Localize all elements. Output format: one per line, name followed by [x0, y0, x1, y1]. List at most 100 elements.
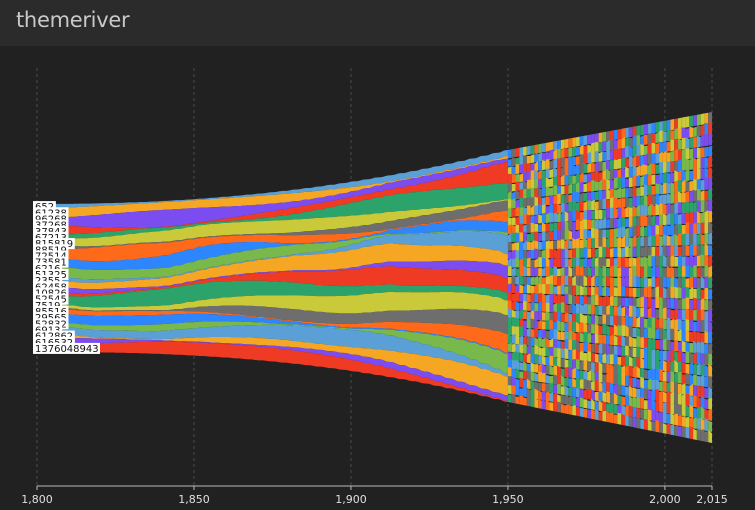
river-stripe — [549, 274, 554, 286]
river-stripe — [647, 153, 652, 165]
river-stripe — [636, 165, 641, 177]
river-stripe — [568, 349, 573, 360]
river-stripe — [666, 246, 671, 257]
river-stripe — [621, 147, 626, 159]
river-stripe — [670, 309, 675, 320]
river-stripe — [575, 406, 580, 417]
river-stripe — [557, 203, 561, 214]
river-stripe — [689, 319, 694, 332]
river-stripe — [659, 327, 663, 340]
river-stripe — [526, 395, 531, 407]
river-stripe — [530, 197, 535, 207]
river-stripe — [553, 175, 558, 187]
river-stripe — [526, 145, 531, 156]
river-stripe — [708, 199, 712, 212]
river-stripe — [591, 142, 595, 154]
river-stripe — [621, 286, 626, 297]
river-stripe — [572, 249, 576, 259]
river-stripe — [704, 157, 709, 169]
river-stripe — [632, 235, 637, 247]
river-stripe — [568, 175, 573, 185]
river-stripe — [651, 122, 656, 134]
river-stripe — [606, 314, 610, 326]
river-stripe — [681, 383, 686, 395]
river-stripe — [534, 292, 539, 303]
river-stripe — [693, 385, 697, 397]
river-stripe — [591, 238, 595, 249]
river-stripe — [519, 335, 524, 345]
river-stripe — [613, 335, 618, 346]
river-stripe — [651, 133, 656, 144]
river-stripe — [632, 347, 637, 358]
river-stripe — [549, 257, 554, 268]
river-stripe — [666, 172, 671, 184]
river-stripe — [511, 208, 516, 217]
river-stripe — [602, 314, 607, 326]
river-stripe — [602, 209, 607, 219]
river-stripe — [621, 235, 626, 248]
river-stripe — [681, 233, 686, 246]
river-stripe — [655, 164, 660, 175]
river-stripe — [674, 308, 678, 320]
river-stripe — [693, 147, 697, 159]
river-stripe — [579, 342, 584, 352]
river-stripe — [602, 381, 607, 393]
river-stripe — [530, 276, 535, 285]
river-stripe — [564, 138, 569, 149]
river-stripe — [651, 368, 656, 381]
river-stripe — [606, 304, 610, 316]
river-stripe — [564, 203, 569, 213]
river-stripe — [677, 349, 682, 363]
river-stripe — [617, 297, 622, 307]
river-stripe — [708, 320, 712, 333]
river-stripe — [579, 369, 584, 380]
river-stripe — [549, 382, 554, 394]
river-stripe — [564, 174, 569, 186]
river-stripe — [662, 141, 667, 153]
river-stripe — [575, 368, 580, 380]
river-stripe — [696, 351, 701, 365]
river-stripe — [511, 225, 516, 234]
river-stripe — [659, 368, 663, 382]
river-stripe — [613, 257, 618, 268]
river-stripe — [651, 358, 656, 370]
river-stripe — [685, 244, 690, 256]
river-stripe — [519, 258, 524, 268]
river-stripe — [609, 344, 614, 355]
river-stripe — [704, 276, 709, 289]
river-stripe — [689, 299, 694, 310]
river-stripe — [708, 398, 712, 410]
river-stripe — [568, 164, 573, 176]
river-stripe — [655, 368, 660, 381]
themeriver-chart: 6526123896268372683784367213815819885197… — [21, 68, 728, 506]
river-stripe — [696, 125, 701, 137]
river-stripe — [575, 182, 580, 193]
river-stripe — [677, 329, 682, 342]
river-stripe — [553, 274, 558, 286]
river-stripe — [700, 429, 705, 442]
river-stripe — [681, 212, 686, 225]
river-stripe — [530, 380, 535, 390]
river-stripe — [643, 214, 648, 227]
river-stripe — [572, 229, 576, 240]
river-stripe — [666, 350, 671, 362]
river-stripe — [636, 407, 641, 419]
river-stripe — [549, 338, 554, 349]
river-stripe — [696, 277, 701, 289]
river-stripe — [545, 330, 550, 339]
river-stripe — [693, 417, 697, 430]
river-stripe — [526, 241, 531, 251]
river-stripe — [636, 256, 641, 267]
river-stripe — [613, 236, 618, 248]
river-stripe — [523, 249, 527, 259]
river-stripe — [579, 212, 584, 221]
river-stripe — [579, 163, 584, 174]
river-stripe — [606, 237, 610, 248]
river-stripe — [575, 284, 580, 296]
river-stripe — [545, 212, 550, 223]
river-stripe — [632, 195, 637, 207]
river-stripe — [594, 285, 599, 296]
river-stripe — [534, 267, 539, 277]
river-stripe — [530, 222, 535, 233]
river-stripe — [655, 234, 660, 247]
